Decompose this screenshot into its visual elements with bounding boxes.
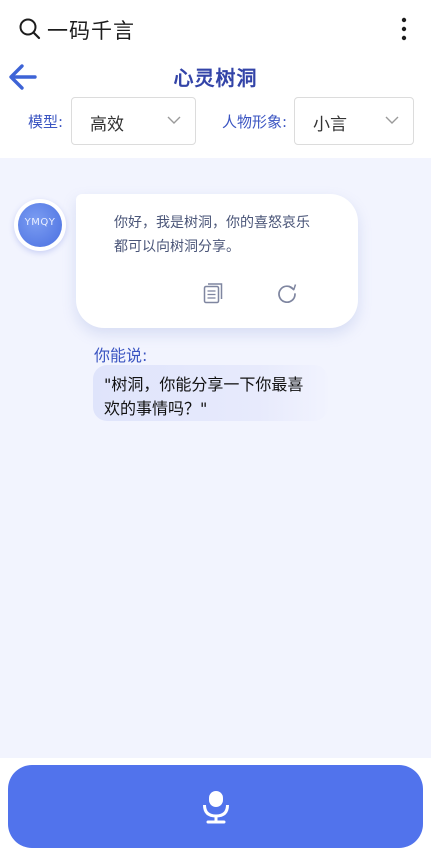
chat-area[interactable]: YMQY 你好，我是树洞，你的喜怒哀乐 都可以向树洞分享。 你能说: "树洞，你…	[0, 158, 431, 758]
suggestion-line: 欢的事情吗？"	[104, 399, 208, 418]
page-title: 心灵树洞	[173, 66, 258, 90]
search-icon[interactable]	[18, 17, 42, 41]
bot-message-line: 都可以向树洞分享。	[114, 239, 240, 255]
chevron-down-icon	[385, 116, 399, 124]
persona-select[interactable]: 小言	[294, 97, 414, 145]
microphone-button[interactable]	[8, 765, 423, 848]
app-title: 一码千言	[47, 19, 135, 43]
model-label: 模型:	[28, 113, 64, 131]
microphone-icon	[203, 791, 229, 824]
persona-label: 人物形象:	[222, 113, 288, 131]
refresh-icon[interactable]	[276, 282, 298, 304]
page-header: 心灵树洞 模型: 高效 人物形象: 小言	[0, 58, 431, 158]
avatar-text: YMQY	[24, 217, 56, 228]
suggestion-line: "树洞，你能分享一下你最喜	[104, 375, 304, 394]
more-vertical-icon[interactable]	[394, 14, 414, 44]
model-select-value: 高效	[90, 115, 124, 135]
chevron-down-icon	[167, 116, 181, 124]
model-select[interactable]: 高效	[71, 97, 196, 145]
avatar-logo: YMQY	[18, 203, 62, 247]
bot-message-line: 你好，我是树洞，你的喜怒哀乐	[114, 215, 310, 231]
bot-message-bubble: 你好，我是树洞，你的喜怒哀乐 都可以向树洞分享。	[76, 194, 358, 328]
persona-select-value: 小言	[313, 115, 347, 135]
copy-icon[interactable]	[202, 282, 224, 304]
app-bar: 一码千言	[0, 0, 431, 58]
hint-label: 你能说:	[94, 346, 148, 365]
voice-input-bar	[0, 758, 431, 856]
avatar: YMQY	[14, 199, 66, 251]
suggestion-bubble[interactable]: "树洞，你能分享一下你最喜 欢的事情吗？"	[93, 365, 328, 421]
